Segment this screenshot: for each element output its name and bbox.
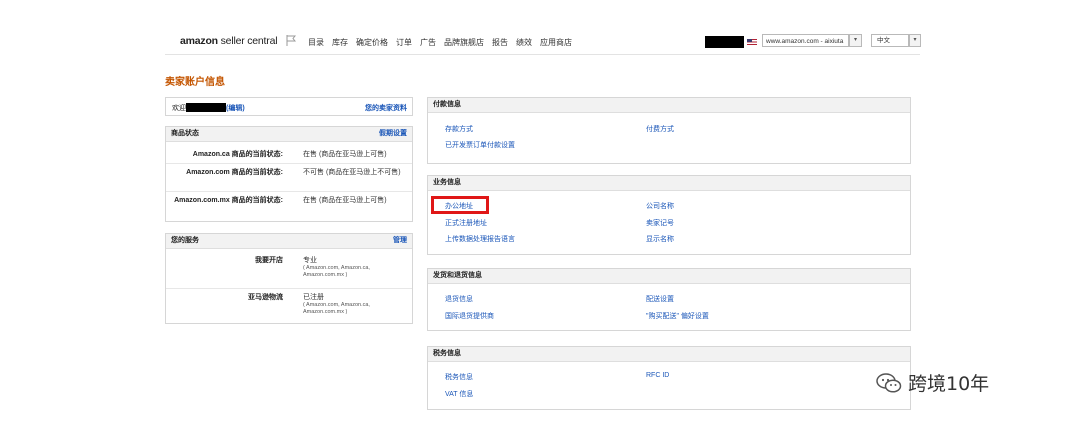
company-name-link[interactable]: 公司名称 [646, 201, 674, 211]
services-box: 您的服务 管理 我要开店 专业 ( Amazon.com, Amazon.ca,… [165, 233, 413, 324]
box-title: 您的服务 [171, 237, 199, 244]
wechat-icon [876, 372, 902, 393]
box-header: 商品状态 假期设置 [166, 127, 412, 142]
us-flag-icon [747, 39, 757, 45]
watermark: 跨境10年 [876, 369, 989, 396]
service-value-selling: 专业 ( Amazon.com, Amazon.ca, Amazon.com.m… [303, 257, 370, 278]
nav-advertising[interactable]: 广告 [420, 37, 436, 48]
legal-address-link[interactable]: 正式注册地址 [445, 218, 487, 228]
status-label-ca: Amazon.ca 商品的当前状态: [192, 151, 283, 158]
main-nav: 目录 库存 确定价格 订单 广告 品牌旗舰店 报告 绩效 应用商店 [308, 37, 580, 48]
service-label-selling: 我要开店 [255, 257, 283, 264]
international-returns-link[interactable]: 国际退货提供商 [445, 311, 494, 321]
box-title: 商品状态 [171, 130, 199, 137]
nav-stores[interactable]: 品牌旗舰店 [444, 37, 484, 48]
shipping-settings-link[interactable]: 配送设置 [646, 294, 674, 304]
box-header: 业务信息 [428, 176, 910, 191]
divider [166, 163, 412, 164]
buy-shipping-preferences-link[interactable]: "购买配送" 偏好设置 [646, 311, 709, 321]
welcome-label: 欢迎 [172, 105, 186, 112]
manage-services-link[interactable]: 管理 [393, 234, 407, 248]
deposit-method-link[interactable]: 存款方式 [445, 124, 473, 134]
nav-pricing[interactable]: 确定价格 [356, 37, 388, 48]
divider [166, 191, 412, 192]
box-header: 付款信息 [428, 98, 910, 113]
red-highlight-box [431, 196, 489, 214]
welcome-box: 欢迎 (编辑) 您的卖家资料 [165, 97, 413, 116]
invoiced-order-payment-link[interactable]: 已开发票订单付款设置 [445, 140, 515, 150]
chevron-down-icon[interactable]: ▾ [909, 34, 921, 47]
page-title: 卖家账户信息 [165, 77, 225, 88]
seller-profile-link[interactable]: 您的卖家资料 [365, 103, 407, 113]
edit-name-link[interactable]: (编辑) [226, 105, 245, 112]
chevron-down-icon[interactable]: ▾ [849, 34, 862, 47]
seller-central-logo[interactable]: amazon seller central [180, 35, 278, 47]
nav-orders[interactable]: 订单 [396, 37, 412, 48]
nav-appstore[interactable]: 应用商店 [540, 37, 572, 48]
box-header: 您的服务 管理 [166, 234, 412, 249]
nav-inventory[interactable]: 库存 [332, 37, 348, 48]
nav-performance[interactable]: 绩效 [516, 37, 532, 48]
status-value-ca: 在售 (商品在亚马逊上可售) [303, 151, 387, 158]
merchant-token-link[interactable]: 卖家记号 [646, 218, 674, 228]
divider [166, 288, 412, 289]
redacted-seller-name [186, 103, 226, 112]
service-label-fba: 亚马逊物流 [248, 294, 283, 301]
redacted-account-name [705, 36, 744, 48]
service-value-fba: 已注册 ( Amazon.com, Amazon.ca, Amazon.com.… [303, 294, 370, 315]
box-header: 税务信息 [428, 347, 910, 362]
nav-catalog[interactable]: 目录 [308, 37, 324, 48]
flag-icon[interactable] [286, 35, 296, 46]
charge-method-link[interactable]: 付费方式 [646, 124, 674, 134]
box-header: 发货和退货信息 [428, 269, 910, 284]
rfc-id-link[interactable]: RFC ID [646, 372, 669, 379]
upload-report-language-link[interactable]: 上传数据处理报告语言 [445, 234, 515, 244]
return-info-link[interactable]: 退货信息 [445, 294, 473, 304]
tax-info-link[interactable]: 税务信息 [445, 372, 473, 382]
display-name-link[interactable]: 显示名称 [646, 234, 674, 244]
marketplace-select[interactable]: www.amazon.com - aixiuta [762, 34, 849, 47]
nav-reports[interactable]: 报告 [492, 37, 508, 48]
status-label-com: Amazon.com 商品的当前状态: [186, 169, 283, 176]
vat-info-link[interactable]: VAT 信息 [445, 389, 473, 399]
language-select[interactable]: 中文 [871, 34, 909, 47]
status-value-mx: 在售 (商品在亚马逊上可售) [303, 197, 387, 204]
vacation-settings-link[interactable]: 假期设置 [379, 127, 407, 141]
status-value-com: 不可售 (商品在亚马逊上不可售) [303, 169, 401, 176]
watermark-text: 跨境10年 [908, 373, 990, 395]
status-label-mx: Amazon.com.mx 商品的当前状态: [174, 197, 283, 204]
listing-status-box: 商品状态 假期设置 Amazon.ca 商品的当前状态: 在售 (商品在亚马逊上… [165, 126, 413, 222]
top-navigation-bar: amazon seller central 目录 库存 确定价格 订单 广告 品… [165, 27, 921, 55]
